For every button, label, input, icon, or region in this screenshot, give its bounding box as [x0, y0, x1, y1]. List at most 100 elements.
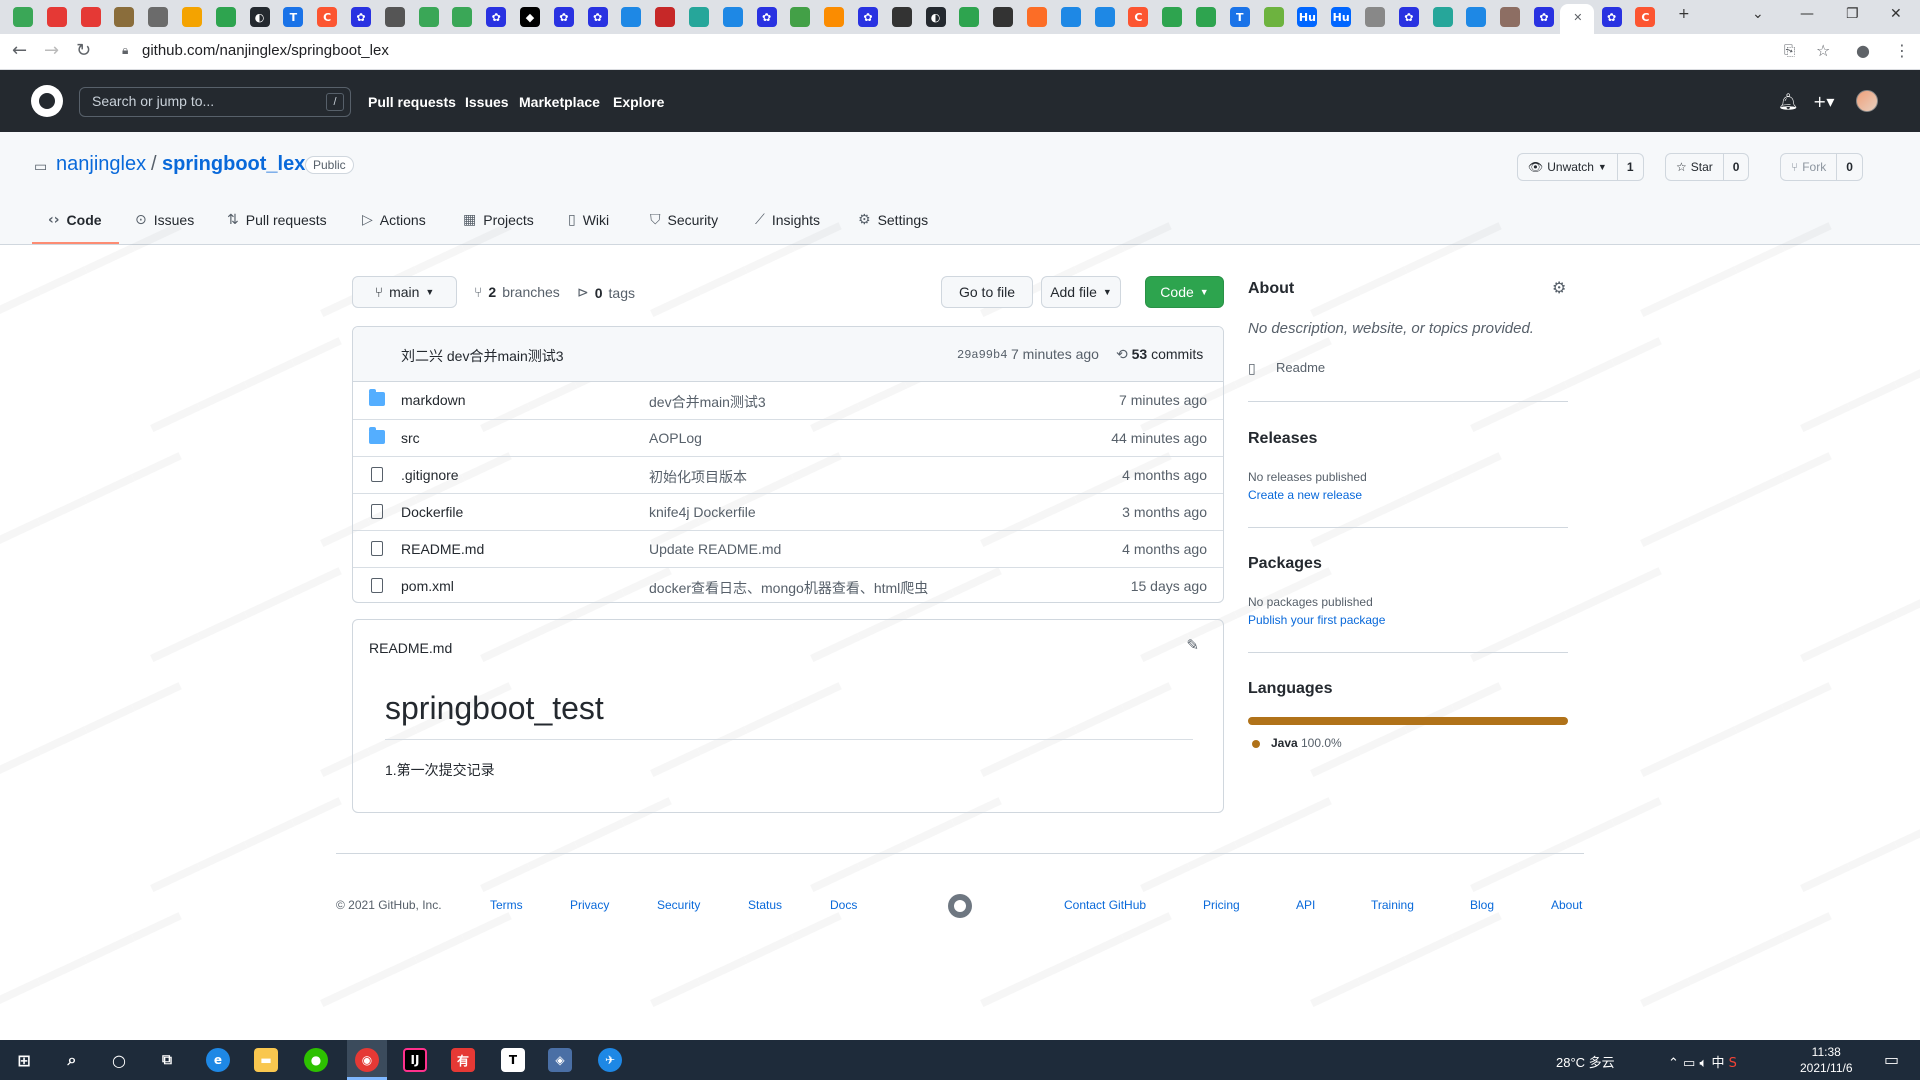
create-new-icon[interactable]: +▾	[1813, 92, 1834, 111]
red-g-icon[interactable]	[80, 7, 101, 27]
tab-code[interactable]: ‹› Code	[48, 212, 102, 228]
bookmark-star-icon[interactable]: ☆	[1816, 41, 1830, 60]
profile-icon[interactable]: ●	[1856, 41, 1870, 60]
header-nav-explore[interactable]: Explore	[613, 94, 664, 110]
green-dot-icon[interactable]	[1196, 7, 1216, 27]
youdao-icon[interactable]: 有	[451, 1048, 475, 1072]
feishu-icon[interactable]: ✈	[598, 1048, 622, 1072]
volume-icon[interactable]: 🔈︎	[1699, 1056, 1707, 1071]
star-count[interactable]: 0	[1724, 160, 1749, 174]
releases-heading[interactable]: Releases	[1248, 430, 1317, 448]
footer-link-security[interactable]: Security	[657, 898, 700, 912]
globe-icon[interactable]	[621, 7, 642, 27]
readme-link[interactable]: Readme	[1276, 360, 1325, 375]
fork-count[interactable]: 0	[1837, 160, 1862, 174]
watch-button[interactable]: 👁︎ Unwatch ▼ 1	[1517, 153, 1644, 181]
file-row[interactable]: README.md Update README.md 4 months ago	[353, 530, 1223, 567]
file-name-link[interactable]: Dockerfile	[401, 504, 463, 520]
github-icon[interactable]: ◐	[925, 7, 946, 27]
footer-link-privacy[interactable]: Privacy	[570, 898, 609, 912]
cortana-icon[interactable]: ○	[107, 1048, 131, 1072]
readme-filename[interactable]: README.md	[369, 640, 452, 656]
pencil-icon[interactable]: ✎	[1186, 636, 1199, 654]
arrow-icon[interactable]	[182, 7, 202, 27]
weather-widget[interactable]: 28°C 多云	[1556, 1052, 1615, 1071]
sogou-icon[interactable]: S	[1729, 1056, 1737, 1071]
header-nav-issues[interactable]: Issues	[465, 94, 509, 110]
bottle-icon[interactable]	[1365, 7, 1385, 27]
baidu-paw-icon[interactable]: ✿	[486, 7, 507, 27]
close-icon[interactable]: ✕	[1568, 7, 1588, 27]
star-button[interactable]: ☆ Star 0	[1665, 153, 1750, 181]
search-icon[interactable]: ⌕	[60, 1048, 84, 1072]
globe-icon[interactable]	[1094, 7, 1115, 27]
baidu-paw-icon[interactable]: ✿	[587, 7, 608, 27]
cube-icon[interactable]	[1466, 7, 1487, 27]
tab-wiki[interactable]: ▯ Wiki	[568, 212, 609, 228]
header-nav-marketplace[interactable]: Marketplace	[519, 94, 600, 110]
file-row[interactable]: Dockerfile knife4j Dockerfile 3 months ago	[353, 493, 1223, 530]
new-tab-button[interactable]: +	[1678, 6, 1690, 22]
file-row[interactable]: src AOPLog 44 minutes ago	[353, 419, 1223, 456]
globe-icon[interactable]	[1060, 7, 1081, 27]
dark-circle-icon[interactable]	[993, 7, 1014, 27]
file-name-link[interactable]: README.md	[401, 541, 484, 557]
dark-circle-icon[interactable]	[891, 7, 912, 27]
file-name-link[interactable]: src	[401, 430, 420, 446]
language-name[interactable]: Java	[1271, 736, 1298, 750]
file-name-link[interactable]: markdown	[401, 392, 466, 408]
branch-selector[interactable]: ⑂ main ▼	[352, 276, 457, 308]
search-input[interactable]: Search or jump to... /	[79, 87, 351, 117]
tab-insights[interactable]: ⟋ Insights	[755, 212, 820, 228]
leaf-icon[interactable]	[1432, 7, 1453, 27]
tab-pull-requests[interactable]: ⇅ Pull requests	[227, 212, 327, 228]
tab-search-icon[interactable]: ⌄	[1752, 6, 1764, 22]
typora-icon[interactable]: T	[501, 1048, 525, 1072]
file-commit-message[interactable]: Update README.md	[649, 541, 781, 557]
edge-icon[interactable]: e	[206, 1048, 230, 1072]
forward-button[interactable]: →	[44, 40, 59, 61]
github-logo-icon[interactable]	[31, 85, 63, 117]
latest-commit-message[interactable]: 刘二兴 dev合并main测试3	[401, 346, 564, 366]
game-icon[interactable]: ◈	[548, 1048, 572, 1072]
footer-link-status[interactable]: Status	[748, 898, 782, 912]
footer-link-contact[interactable]: Contact GitHub	[1064, 898, 1146, 912]
commits-link[interactable]: ⟲ 53 commits	[1116, 346, 1203, 363]
fork-button[interactable]: ⑂ Fork 0	[1780, 153, 1863, 181]
green-circle-icon[interactable]	[13, 7, 33, 27]
notification-center-icon[interactable]: ▭	[1884, 1050, 1899, 1069]
tab-issues[interactable]: ⊙ Issues	[135, 212, 194, 228]
typora-icon[interactable]: T	[1229, 7, 1250, 27]
packages-heading[interactable]: Packages	[1248, 555, 1322, 573]
gear-icon[interactable]: ⚙	[1552, 278, 1566, 297]
orange-circle-icon[interactable]	[824, 7, 845, 27]
green-dot-icon[interactable]	[959, 7, 980, 27]
tags-link[interactable]: ⊳ 0 tags	[577, 284, 635, 301]
spring-icon[interactable]	[1263, 7, 1284, 27]
back-button[interactable]: ←	[12, 40, 27, 61]
window-close-button[interactable]: ✕	[1890, 6, 1902, 22]
baidu-paw-icon[interactable]: ✿	[1534, 7, 1554, 27]
notification-bell-icon[interactable]: 🔔︎	[1778, 92, 1798, 111]
ime-indicator[interactable]: 中	[1711, 1056, 1724, 1071]
watch-count[interactable]: 1	[1618, 160, 1643, 174]
baidu-paw-icon[interactable]: ✿	[1398, 7, 1419, 27]
bamboo-icon[interactable]	[114, 7, 135, 27]
github-icon[interactable]: ◐	[249, 7, 270, 27]
typora-icon[interactable]: T	[283, 7, 304, 27]
browser-menu-icon[interactable]: ⋮	[1894, 41, 1910, 60]
file-row[interactable]: pom.xml docker查看日志、mongo机器查看、html爬虫 15 day…	[353, 567, 1223, 602]
header-nav-pull-requests[interactable]: Pull requests	[368, 94, 456, 110]
link-icon[interactable]	[384, 7, 405, 27]
restore-button[interactable]: ❐	[1846, 6, 1859, 22]
tab-security[interactable]: ⛉ Security	[650, 212, 718, 228]
footer-link-terms[interactable]: Terms	[490, 898, 523, 912]
csdn-icon[interactable]: C	[317, 7, 338, 27]
go-to-file-button[interactable]: Go to file	[941, 276, 1033, 308]
lock-icon[interactable]: 🔒︎	[122, 43, 128, 58]
address-bar[interactable]: github.com/nanjinglex/springboot_lex	[142, 42, 389, 59]
hu-icon[interactable]: Hu	[1331, 7, 1352, 27]
system-tray[interactable]: ⌃ ▭ 🔈︎ 中 S	[1668, 1052, 1737, 1071]
leaf-icon[interactable]	[689, 7, 709, 27]
windows-start-icon[interactable]: ⊞	[12, 1048, 36, 1072]
